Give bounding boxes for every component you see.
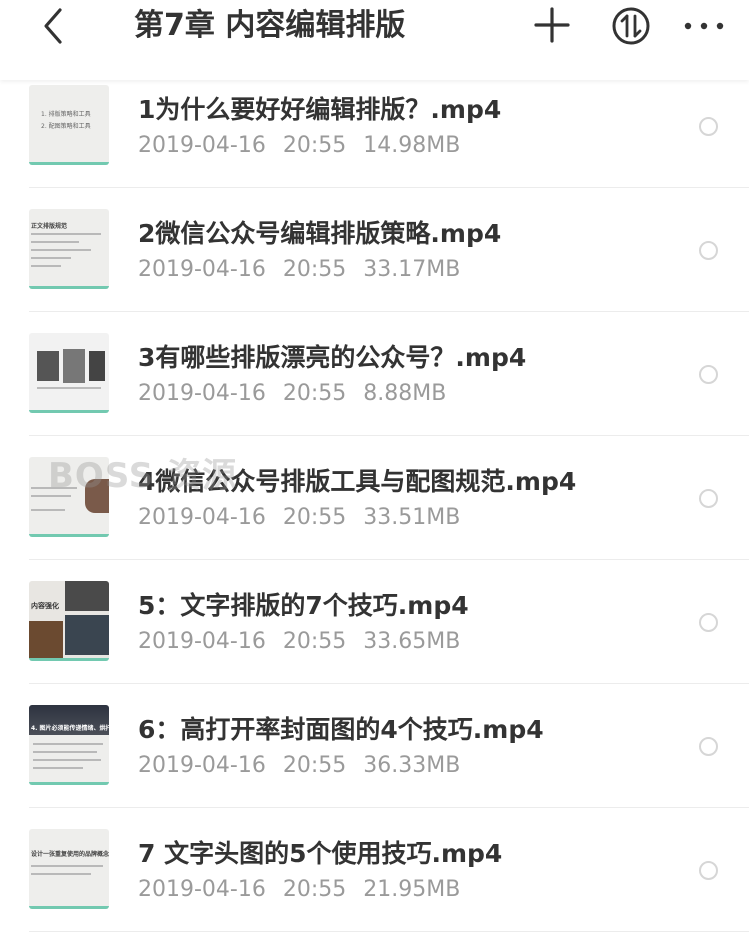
file-time: 20:55 [282,505,347,530]
thumbnail-line [31,873,91,875]
file-time: 20:55 [282,629,347,654]
sort-button[interactable] [611,6,651,46]
thumbnail-text: 正文排版规范 [31,223,68,230]
back-arrow-icon [44,8,62,44]
file-date: 2019-04-16 [138,877,266,902]
file-meta: 2019-04-16 20:55 33.65MB [138,627,470,657]
video-thumbnail: 设计一张重复使用的品牌概念图 [29,829,109,909]
file-meta: 2019-04-16 20:55 36.33MB [138,751,470,781]
thumbnail-line [37,387,101,389]
file-name: 5：文字排版的7个技巧.mp4 [138,591,469,620]
select-radio[interactable] [699,613,718,632]
file-size: 21.95MB [363,877,461,902]
thumbnail-box [65,615,109,655]
thumbnail-line [31,241,79,243]
file-meta: 2019-04-16 20:55 33.51MB [138,503,470,533]
thumbnail-text: 1. 排版策略和工具 [41,111,91,118]
file-time: 20:55 [282,753,347,778]
file-meta: 2019-04-16 20:55 33.17MB [138,255,470,285]
thumbnail-line [31,865,103,867]
file-name: 3有哪些排版漂亮的公众号？.mp4 [138,343,527,372]
file-date: 2019-04-16 [138,133,266,158]
file-date: 2019-04-16 [138,505,266,530]
divider [29,931,749,932]
thumbnail-line [31,257,71,259]
video-thumbnail: 1. 排版策略和工具 2. 配图策略和工具 [29,85,109,165]
thumbnail-line [33,743,103,745]
video-thumbnail [29,333,109,413]
file-time: 20:55 [282,257,347,282]
sort-icon [612,7,650,45]
select-radio[interactable] [699,489,718,508]
file-size: 14.98MB [363,133,461,158]
file-date: 2019-04-16 [138,381,266,406]
thumbnail-screenshot [89,351,105,381]
file-date: 2019-04-16 [138,629,266,654]
more-icon [684,22,724,30]
file-row[interactable]: 正文排版规范 2微信公众号编辑排版策略.mp4 2019-04-16 20:55… [0,188,749,312]
file-row[interactable]: 设计一张重复使用的品牌概念图 7 文字头图的5个使用技巧.mp4 2019-04… [0,808,749,932]
file-row[interactable]: 内容强化 5：文字排版的7个技巧.mp4 2019-04-16 20:55 33… [0,560,749,684]
select-radio[interactable] [699,241,718,260]
thumbnail-text: 设计一张重复使用的品牌概念图 [31,851,109,858]
video-thumbnail: 正文排版规范 [29,209,109,289]
file-time: 20:55 [282,877,347,902]
file-name: 2微信公众号编辑排版策略.mp4 [138,219,502,248]
add-button[interactable] [532,5,572,45]
thumbnail-screenshot [63,349,85,383]
file-size: 33.51MB [363,505,461,530]
file-size: 36.33MB [363,753,461,778]
file-meta: 2019-04-16 20:55 21.95MB [138,875,470,905]
back-button[interactable] [36,4,76,48]
page-title: 第7章 内容编辑排版 [134,8,406,43]
select-radio[interactable] [699,861,718,880]
file-size: 33.17MB [363,257,461,282]
file-name: 1为什么要好好编辑排版？.mp4 [138,95,502,124]
file-time: 20:55 [282,381,347,406]
file-name: 6：高打开率封面图的4个技巧.mp4 [138,715,544,744]
thumbnail-text: 4. 图片必须能传递情绪、烘托气氛 [31,725,109,732]
file-row[interactable]: 4. 图片必须能传递情绪、烘托气氛 6：高打开率封面图的4个技巧.mp4 201… [0,684,749,808]
file-size: 8.88MB [363,381,447,406]
thumbnail-photo [65,581,109,611]
video-thumbnail: 4. 图片必须能传递情绪、烘托气氛 [29,705,109,785]
file-name: 7 文字头图的5个使用技巧.mp4 [138,839,503,868]
video-thumbnail: 内容强化 [29,581,109,661]
file-row[interactable]: 1. 排版策略和工具 2. 配图策略和工具 1为什么要好好编辑排版？.mp4 2… [0,64,749,188]
watermark: BOSS 资源 [48,456,238,496]
file-time: 20:55 [282,133,347,158]
thumbnail-line [33,751,97,753]
thumbnail-screenshot [37,351,59,381]
thumbnail-line [31,249,91,251]
thumbnail-text: 2. 配图策略和工具 [41,123,91,130]
thumbnail-line [33,767,83,769]
file-size: 33.65MB [363,629,461,654]
select-radio[interactable] [699,737,718,756]
file-date: 2019-04-16 [138,257,266,282]
thumbnail-line [31,265,61,267]
thumbnail-line [31,509,65,511]
thumbnail-line [31,233,101,235]
file-meta: 2019-04-16 20:55 8.88MB [138,379,456,409]
file-row[interactable]: 3有哪些排版漂亮的公众号？.mp4 2019-04-16 20:55 8.88M… [0,312,749,436]
file-meta: 2019-04-16 20:55 14.98MB [138,131,470,161]
more-button[interactable] [682,6,726,46]
plus-icon [534,7,570,43]
file-date: 2019-04-16 [138,753,266,778]
top-bar: 第7章 内容编辑排版 [0,0,749,80]
thumbnail-photo [29,621,63,658]
thumbnail-text: 内容强化 [31,602,59,610]
select-radio[interactable] [699,117,718,136]
select-radio[interactable] [699,365,718,384]
thumbnail-line [33,759,101,761]
